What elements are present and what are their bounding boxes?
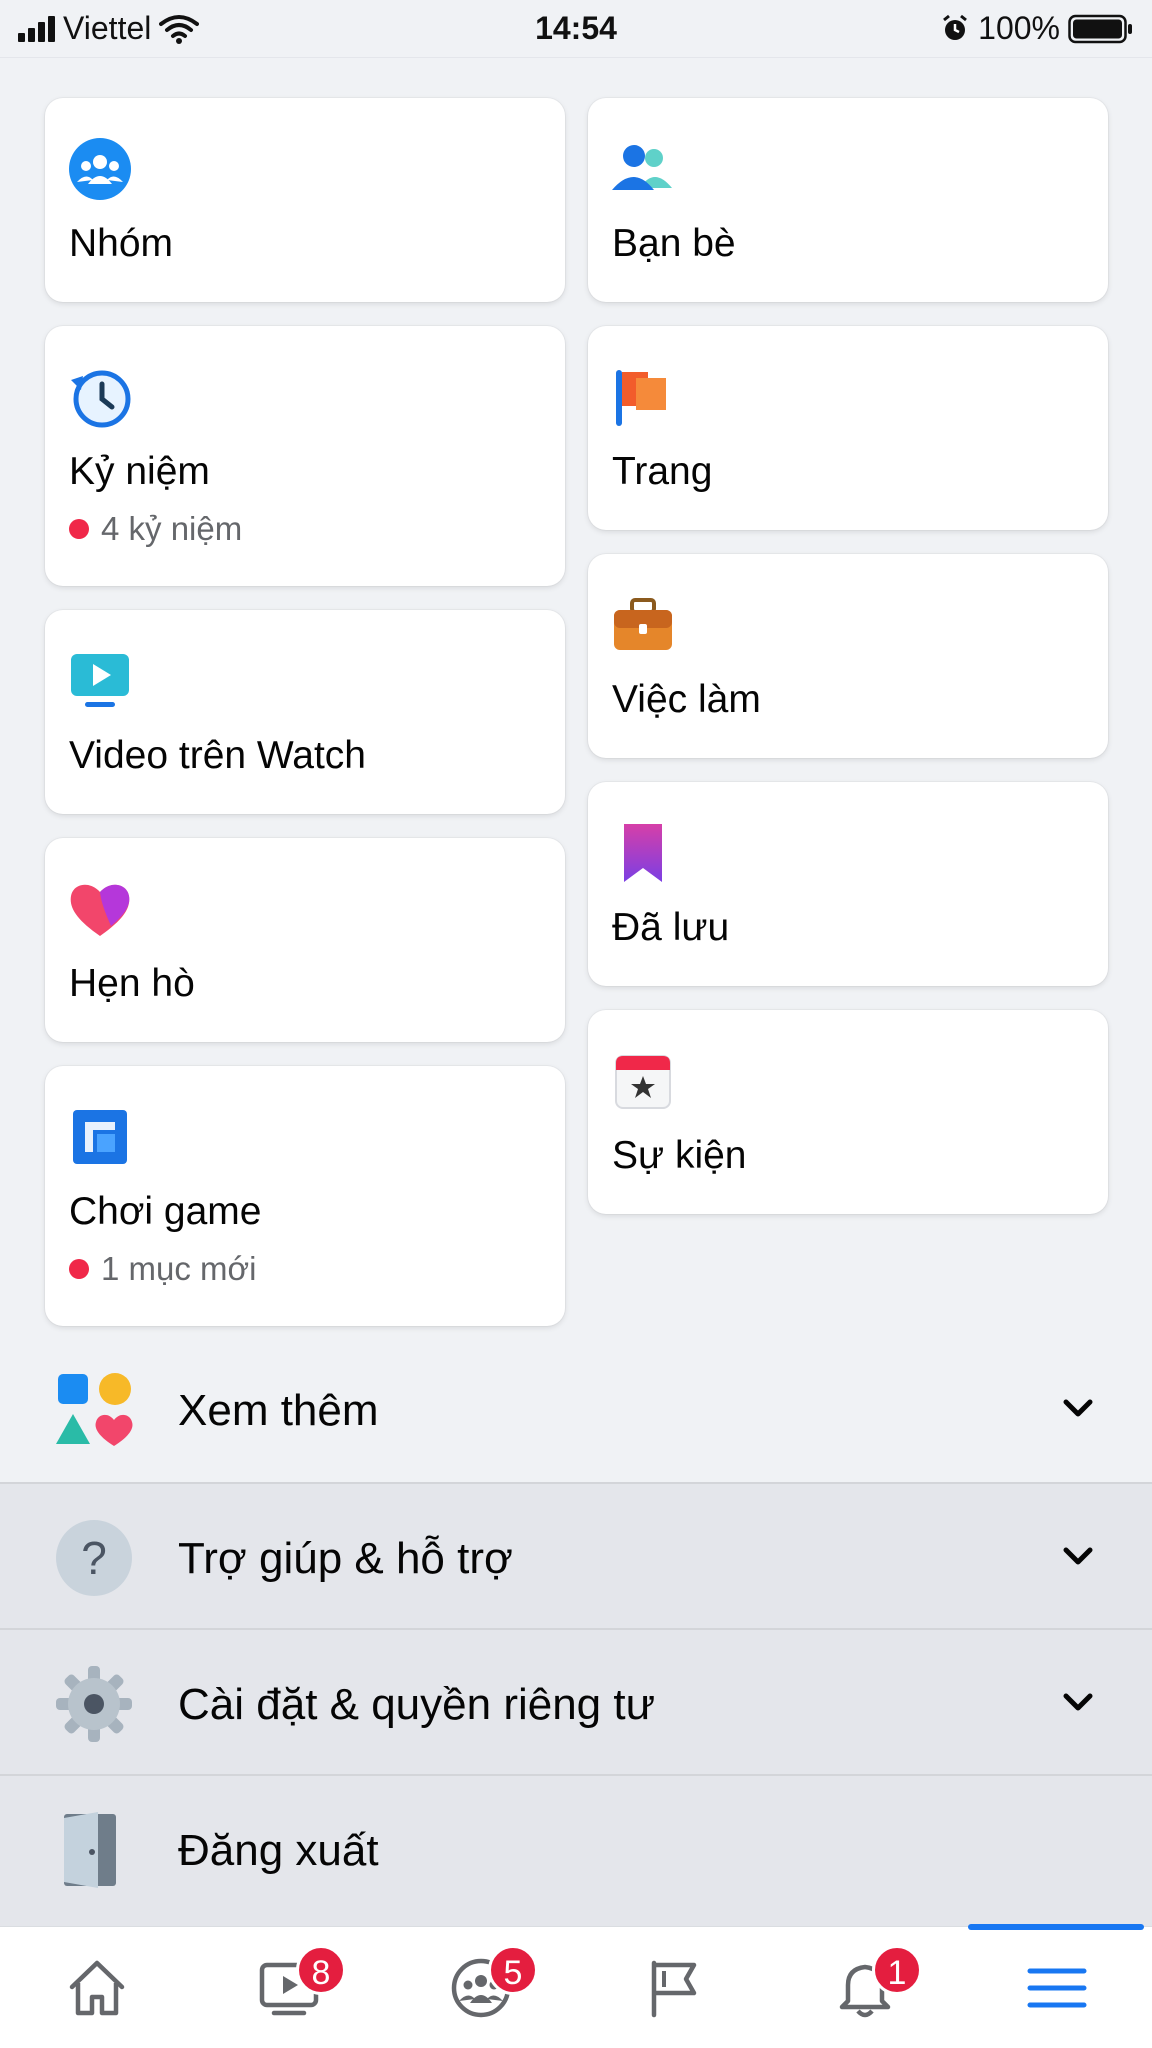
svg-text:?: ?: [81, 1532, 107, 1584]
jobs-briefcase-icon: [614, 598, 672, 650]
shortcut-saved[interactable]: Đã lưu: [588, 782, 1108, 986]
shortcut-sub: 4 kỷ niệm: [69, 510, 242, 548]
pages-flag-icon: [616, 370, 666, 426]
shortcut-label: Chơi game: [69, 1190, 262, 1233]
row-label: Cài đặt & quyền riêng tư: [178, 1680, 656, 1729]
tab-groups[interactable]: 5: [384, 1927, 576, 2048]
bottom-tab-bar: 8 5 1: [0, 1926, 1152, 2048]
tab-watch[interactable]: 8: [192, 1927, 384, 2048]
row-label: Đăng xuất: [178, 1826, 379, 1875]
row-help-support[interactable]: ? Trợ giúp & hỗ trợ: [0, 1482, 1152, 1628]
groups-badge: 5: [488, 1945, 538, 1995]
watch-video-icon: [71, 654, 129, 707]
status-right: 100%: [940, 10, 1134, 47]
dating-heart-icon: [70, 884, 130, 936]
shortcut-sub: 1 mục mới: [69, 1250, 257, 1288]
shortcut-label: Bạn bè: [612, 222, 736, 265]
shortcut-label: Sự kiện: [612, 1134, 747, 1177]
shortcut-pages[interactable]: Trang: [588, 326, 1108, 530]
home-icon: [69, 1960, 125, 2016]
shortcut-groups[interactable]: Nhóm: [45, 98, 565, 302]
shortcut-label: Hẹn hò: [69, 962, 195, 1005]
watch-badge: 8: [296, 1945, 346, 1995]
chevron-down-icon: [1063, 1399, 1093, 1417]
notifications-badge: 1: [872, 1945, 922, 1995]
shortcut-label: Đã lưu: [612, 906, 730, 949]
row-logout[interactable]: Đăng xuất: [0, 1774, 1152, 1926]
shortcut-label: Nhóm: [69, 222, 174, 265]
tab-menu[interactable]: [960, 1927, 1152, 2048]
gaming-icon: [73, 1110, 127, 1164]
shortcut-jobs[interactable]: Việc làm: [588, 554, 1108, 758]
notification-dot: [69, 519, 89, 539]
shortcut-friends[interactable]: Bạn bè: [588, 98, 1108, 302]
row-label: Xem thêm: [178, 1386, 379, 1435]
events-calendar-icon: [615, 1055, 671, 1109]
tab-pages[interactable]: [576, 1927, 768, 2048]
shortcut-watch[interactable]: Video trên Watch: [45, 610, 565, 814]
shortcut-label: Video trên Watch: [69, 734, 366, 777]
shortcut-sub-text: 4 kỷ niệm: [101, 510, 243, 547]
shortcut-memories[interactable]: Kỷ niệm 4 kỷ niệm: [45, 326, 565, 586]
memories-icon: [71, 370, 131, 428]
see-more-shapes-icon: [56, 1373, 133, 1446]
shortcut-dating[interactable]: Hẹn hò: [45, 838, 565, 1042]
shortcut-label: Trang: [612, 450, 713, 493]
flag-tab-icon: [651, 1960, 697, 2018]
active-tab-indicator: [968, 1924, 1144, 1930]
help-question-icon: ?: [56, 1520, 132, 1596]
status-bar: Viettel 14:54 100%: [0, 0, 1152, 58]
shortcut-gaming[interactable]: Chơi game 1 mục mới: [45, 1066, 565, 1326]
shortcut-sub-text: 1 mục mới: [101, 1250, 257, 1287]
friends-icon: [612, 145, 672, 190]
alarm-icon: [943, 14, 968, 40]
notification-dot: [69, 1259, 89, 1279]
logout-door-icon: [64, 1812, 116, 1888]
saved-bookmark-icon: [624, 824, 662, 882]
hamburger-menu-icon: [1027, 1968, 1087, 2008]
shortcut-events[interactable]: Sự kiện: [588, 1010, 1108, 1214]
row-label: Trợ giúp & hỗ trợ: [178, 1534, 513, 1583]
battery-icon: [1068, 14, 1132, 43]
chevron-down-icon: [1063, 1693, 1093, 1711]
chevron-down-icon: [1063, 1547, 1093, 1565]
shortcut-label: Kỷ niệm: [69, 450, 210, 493]
settings-gear-icon: [56, 1666, 132, 1742]
row-settings-privacy[interactable]: Cài đặt & quyền riêng tư: [0, 1628, 1152, 1774]
tab-home[interactable]: [0, 1927, 192, 2048]
groups-icon: [69, 138, 131, 200]
tab-notifications[interactable]: 1: [768, 1927, 960, 2048]
row-see-more[interactable]: Xem thêm: [0, 1336, 1152, 1482]
shortcut-label: Việc làm: [612, 678, 761, 721]
battery-percent: 100%: [978, 10, 1060, 46]
